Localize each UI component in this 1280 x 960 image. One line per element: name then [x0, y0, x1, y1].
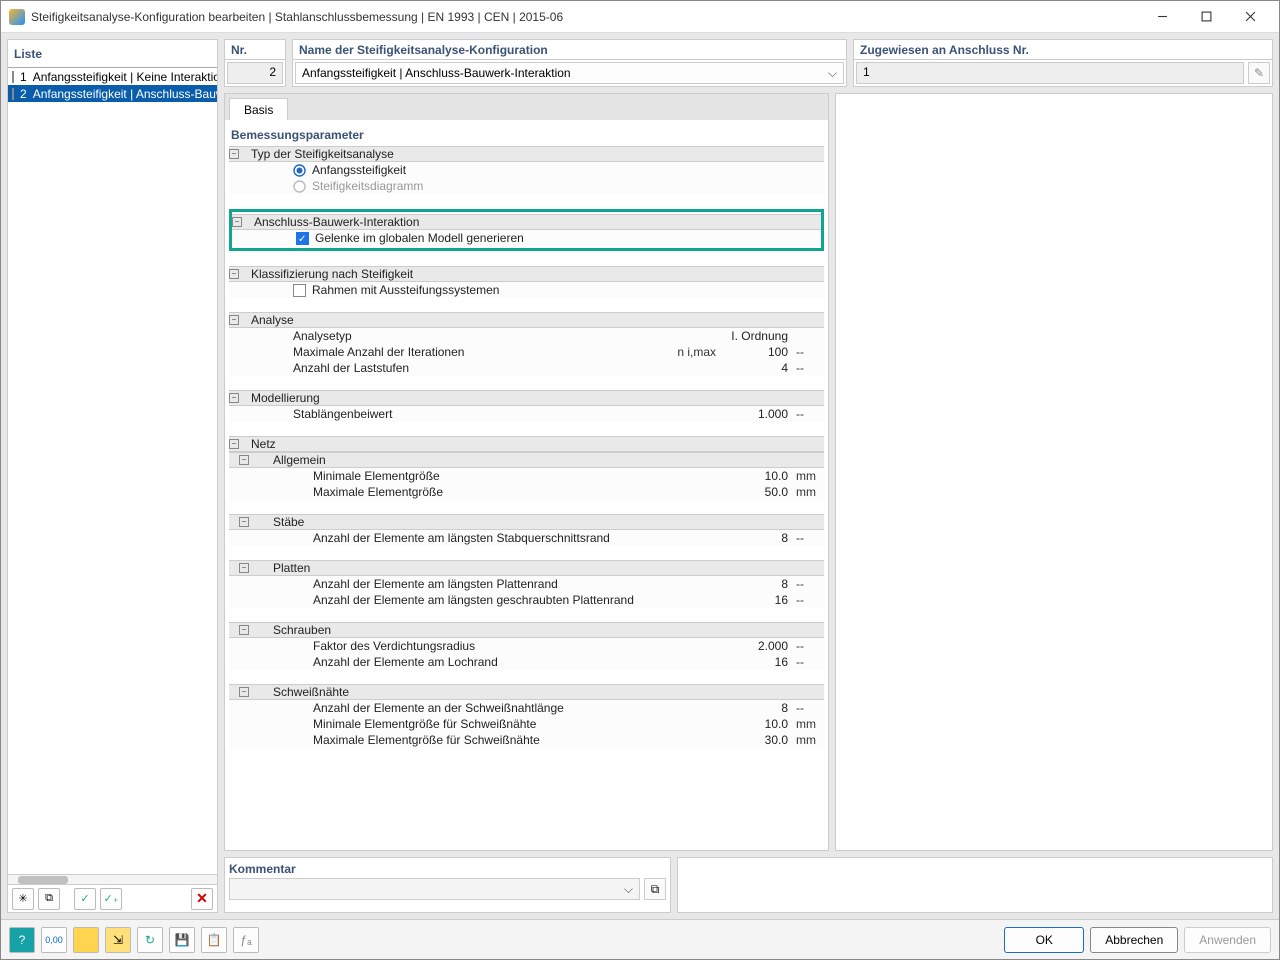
copy-comment-button[interactable]: ⧉ — [644, 878, 666, 900]
refresh-button[interactable]: ↻ — [137, 927, 163, 953]
comment-combo[interactable] — [229, 878, 640, 900]
horizontal-scrollbar[interactable] — [8, 874, 217, 884]
radio-initial-stiffness[interactable] — [293, 164, 306, 177]
pick-icon[interactable]: ✎ — [1248, 62, 1270, 84]
tree-grid[interactable]: Bemessungsparameter − Typ der Steifigkei… — [225, 120, 828, 850]
maximize-button[interactable] — [1185, 3, 1227, 31]
collapse-icon[interactable]: − — [239, 687, 249, 697]
collapse-icon[interactable]: − — [239, 517, 249, 527]
color-swatch — [12, 71, 14, 83]
left-panel: Liste 1 Anfangssteifigkeit | Keine Inter… — [7, 39, 218, 913]
collapse-icon[interactable]: − — [232, 217, 242, 227]
delete-button[interactable]: ✕ — [191, 888, 213, 910]
tab-bar: Basis — [225, 94, 828, 120]
collapse-icon[interactable]: − — [229, 439, 239, 449]
list-item[interactable]: 1 Anfangssteifigkeit | Keine Interaktion — [8, 68, 217, 85]
config-list[interactable]: 1 Anfangssteifigkeit | Keine Interaktion… — [8, 68, 217, 874]
app-icon — [9, 9, 25, 25]
section-title: Bemessungsparameter — [229, 124, 824, 146]
preview-panel — [835, 93, 1273, 851]
units-button[interactable]: 0,00 — [41, 927, 67, 953]
collapse-icon[interactable]: − — [229, 315, 239, 325]
minimize-button[interactable] — [1141, 3, 1183, 31]
help-button[interactable]: ? — [9, 927, 35, 953]
side-panel — [677, 857, 1273, 913]
ok-button[interactable]: OK — [1004, 927, 1084, 953]
assigned-field[interactable]: 1 — [856, 62, 1244, 84]
new-button[interactable]: ✳ — [12, 888, 34, 910]
checkbox-braced-frames[interactable] — [293, 284, 306, 297]
cancel-button[interactable]: Abbrechen — [1090, 927, 1178, 953]
clipboard-button[interactable]: 📋 — [201, 927, 227, 953]
tab-basis[interactable]: Basis — [229, 98, 288, 120]
collapse-icon[interactable]: − — [229, 149, 239, 159]
collapse-icon[interactable]: − — [239, 625, 249, 635]
assign-button[interactable]: ⇲ — [105, 927, 131, 953]
nr-field[interactable]: 2 — [227, 62, 283, 84]
check-button[interactable]: ✓ — [74, 888, 96, 910]
titlebar: Steifigkeitsanalyse-Konfiguration bearbe… — [1, 1, 1279, 33]
list-item[interactable]: 2 Anfangssteifigkeit | Anschluss-Bauwerk… — [8, 85, 217, 102]
checkbox-generate-hinges[interactable] — [296, 232, 309, 245]
assigned-label: Zugewiesen an Anschluss Nr. — [854, 40, 1272, 60]
nr-label: Nr. — [225, 40, 285, 60]
comment-header: Kommentar — [229, 862, 666, 876]
save-button[interactable]: 💾 — [169, 927, 195, 953]
collapse-icon[interactable]: − — [229, 393, 239, 403]
window-title: Steifigkeitsanalyse-Konfiguration bearbe… — [31, 10, 1141, 24]
copy-button[interactable]: ⧉ — [38, 888, 60, 910]
collapse-icon[interactable]: − — [239, 563, 249, 573]
list-header: Liste — [8, 40, 217, 68]
collapse-icon[interactable]: − — [239, 455, 249, 465]
name-label: Name der Steifigkeitsanalyse-Konfigurati… — [293, 40, 846, 60]
color-swatch — [12, 88, 14, 100]
check-all-button[interactable]: ✓₊ — [100, 888, 122, 910]
close-button[interactable] — [1229, 3, 1271, 31]
radio-stiffness-diagram[interactable] — [293, 180, 306, 193]
color-button[interactable] — [73, 927, 99, 953]
name-combo[interactable]: Anfangssteifigkeit | Anschluss-Bauwerk-I… — [295, 62, 844, 84]
apply-button[interactable]: Anwenden — [1184, 927, 1271, 953]
highlight-box: − Anschluss-Bauwerk-Interaktion Gelenke … — [229, 209, 824, 251]
function-button[interactable]: ƒₐ — [233, 927, 259, 953]
collapse-icon[interactable]: − — [229, 269, 239, 279]
